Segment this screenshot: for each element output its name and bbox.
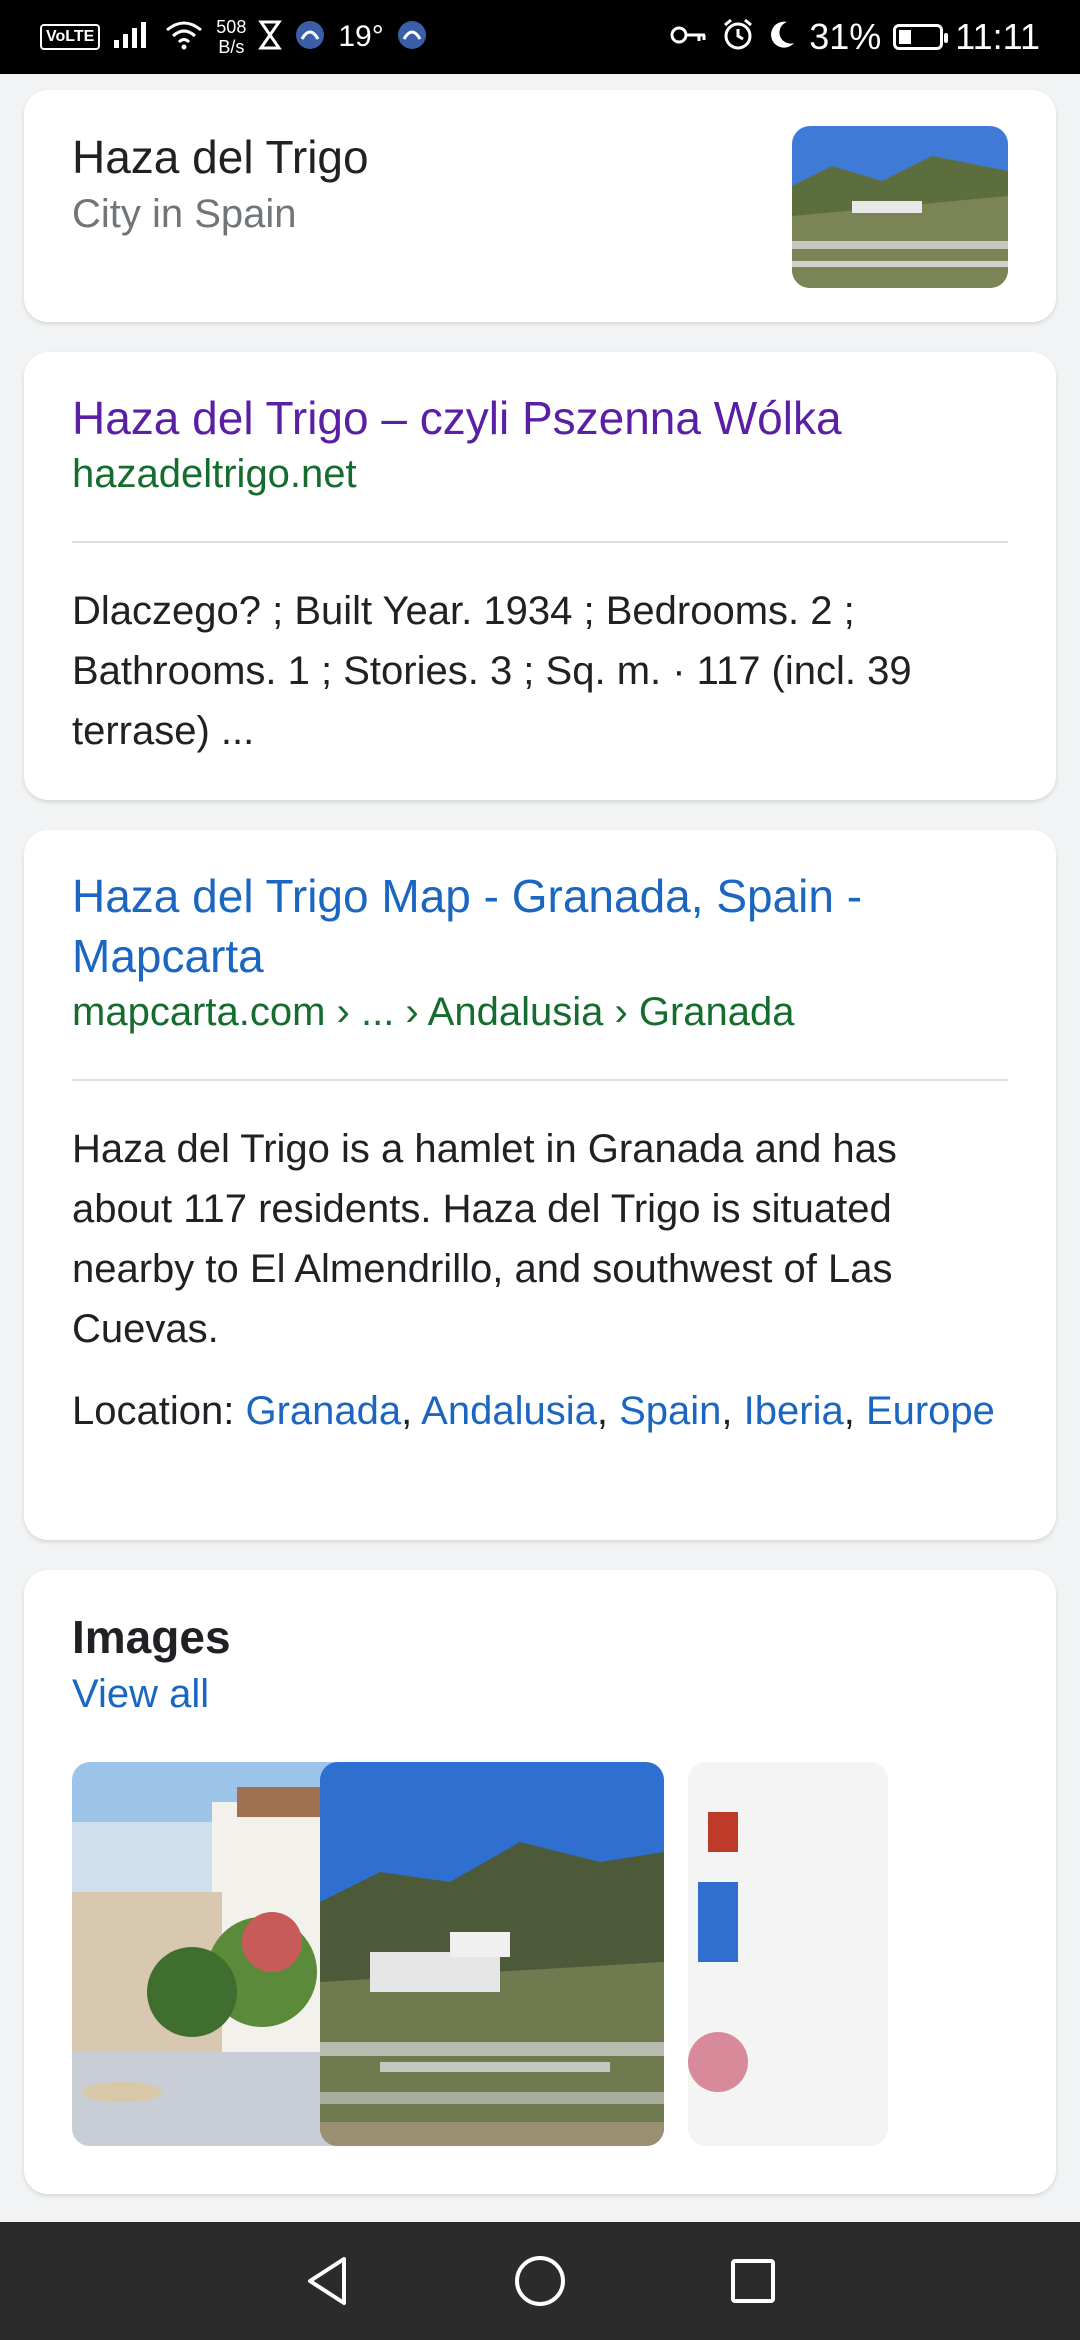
location-separator: , <box>721 1389 744 1433</box>
temperature: 19° <box>338 20 384 53</box>
location-link-iberia[interactable]: Iberia <box>744 1389 844 1433</box>
image-thumbnail-2[interactable] <box>320 1762 664 2146</box>
location-separator: , <box>401 1389 422 1433</box>
result-2-snippet: Haza del Trigo is a hamlet in Granada an… <box>72 1127 897 1351</box>
result-1-url[interactable]: hazadeltrigo.net <box>72 452 1008 497</box>
navigation-bar <box>0 2222 1080 2340</box>
wifi-icon <box>164 20 204 55</box>
key-icon <box>669 20 709 55</box>
battery-icon <box>893 24 949 50</box>
location-label: Location: <box>72 1389 246 1433</box>
status-bar: VoLTE 508 B/s 19° 31% 11:11 <box>0 0 1080 74</box>
app-notification-icon <box>396 19 428 56</box>
image-thumbnail-3[interactable] <box>688 1762 888 2146</box>
result-2-location: Location: Granada, Andalusia, Spain, Ibe… <box>72 1381 1008 1441</box>
result-2-title-link[interactable]: Haza del Trigo Map - Granada, Spain - Ma… <box>72 866 1008 986</box>
result-1-snippet: Dlaczego? ; Built Year. 1934 ; Bedrooms.… <box>72 589 912 753</box>
net-speed-value: 508 <box>216 17 247 37</box>
location-link-andalusia[interactable]: Andalusia <box>421 1389 597 1433</box>
search-result-1: Haza del Trigo – czyli Pszenna Wólka haz… <box>24 352 1056 800</box>
location-link-europe[interactable]: Europe <box>866 1389 995 1433</box>
divider <box>72 1079 1008 1081</box>
battery-percent: 31% <box>809 16 882 57</box>
home-icon[interactable] <box>510 2251 570 2311</box>
search-result-2: Haza del Trigo Map - Granada, Spain - Ma… <box>24 830 1056 1540</box>
result-1-title-link[interactable]: Haza del Trigo – czyli Pszenna Wólka <box>72 388 1008 448</box>
recents-icon[interactable] <box>723 2251 783 2311</box>
status-left: VoLTE 508 B/s 19° <box>40 17 428 57</box>
status-right: 31% 11:11 <box>669 16 1040 58</box>
location-link-spain[interactable]: Spain <box>619 1389 721 1433</box>
weather-app-icon <box>294 19 326 56</box>
entity-card[interactable]: Haza del Trigo City in Spain <box>24 90 1056 322</box>
signal-icon <box>112 20 152 55</box>
back-icon[interactable] <box>297 2251 357 2311</box>
result-2-url[interactable]: mapcarta.com › ... › Andalusia › Granada <box>72 990 1008 1035</box>
moon-icon <box>767 19 797 56</box>
net-speed: 508 B/s <box>216 17 246 57</box>
images-card: Images View all <box>24 1570 1056 2194</box>
view-all-link[interactable]: View all <box>72 1672 1008 1717</box>
volte-badge: VoLTE <box>40 24 101 50</box>
battery-fill <box>899 30 912 44</box>
location-link-granada[interactable]: Granada <box>245 1389 401 1433</box>
entity-thumbnail[interactable] <box>792 126 1008 288</box>
net-speed-unit: B/s <box>218 37 245 57</box>
images-heading: Images <box>72 1611 231 1663</box>
clock: 11:11 <box>955 16 1040 57</box>
location-separator: , <box>843 1389 866 1433</box>
location-separator: , <box>596 1389 620 1433</box>
divider <box>72 541 1008 543</box>
alarm-icon <box>721 18 755 57</box>
hourglass-icon <box>258 20 283 55</box>
